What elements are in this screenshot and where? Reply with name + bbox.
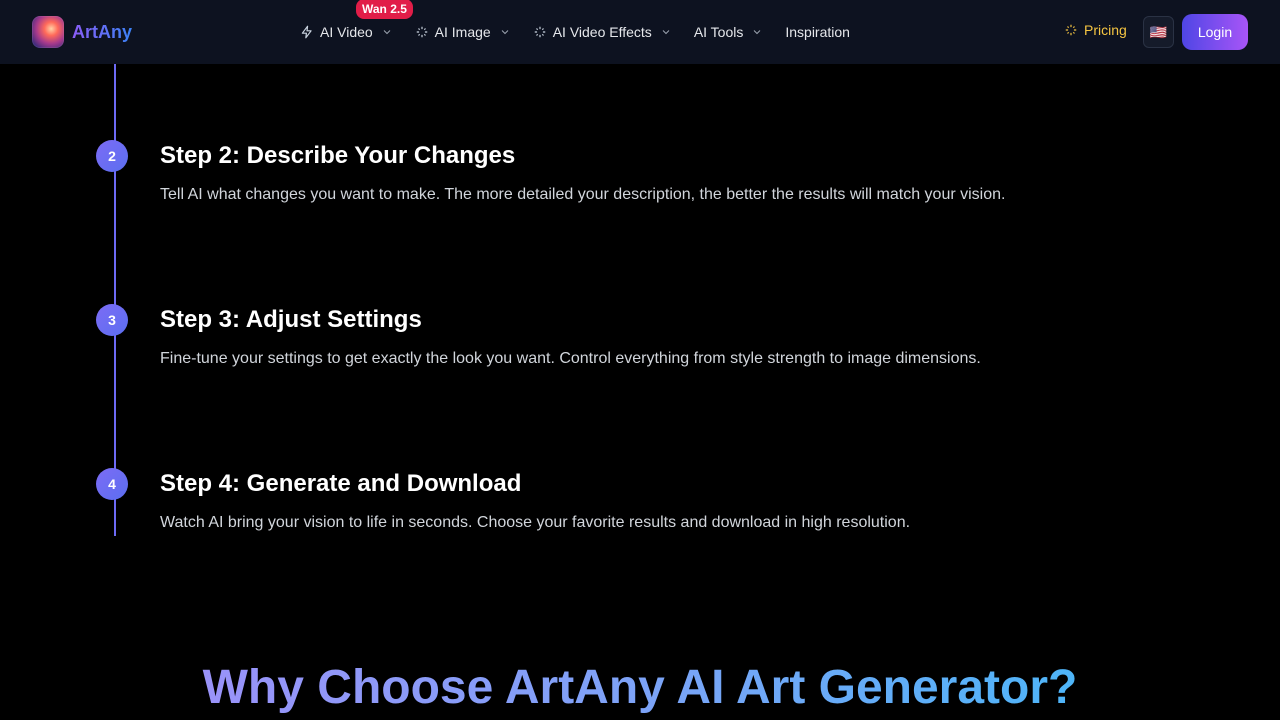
nav-item-inspiration[interactable]: Inspiration bbox=[785, 24, 850, 40]
step-title: Step 2: Describe Your Changes bbox=[160, 142, 516, 169]
pricing-link[interactable]: Pricing bbox=[1064, 22, 1127, 38]
main-nav: AI Video Wan 2.5 AI Image AI Video Effec… bbox=[300, 0, 872, 64]
timeline-line bbox=[114, 64, 116, 536]
sparkle-icon bbox=[1065, 24, 1077, 36]
login-button[interactable]: Login bbox=[1182, 14, 1248, 50]
step-title: Step 3: Adjust Settings bbox=[160, 306, 422, 333]
step-number-badge: 2 bbox=[96, 140, 128, 172]
new-model-badge: Wan 2.5 bbox=[356, 0, 413, 19]
nav-item-ai-video-effects[interactable]: AI Video Effects bbox=[533, 24, 672, 40]
nav-item-ai-tools[interactable]: AI Tools bbox=[694, 24, 764, 40]
bolt-icon bbox=[301, 25, 312, 39]
pricing-label: Pricing bbox=[1084, 22, 1127, 38]
step-number-badge: 3 bbox=[96, 304, 128, 336]
top-navbar: ArtAny AI Video Wan 2.5 AI Image AI Vide… bbox=[0, 0, 1280, 64]
chevron-down-icon bbox=[754, 30, 761, 35]
nav-item-ai-video[interactable]: AI Video Wan 2.5 bbox=[300, 0, 413, 40]
chevron-down-icon bbox=[662, 30, 670, 35]
sparkle-icon bbox=[416, 26, 427, 38]
logo[interactable]: ArtAny bbox=[32, 16, 132, 48]
logo-icon bbox=[32, 16, 64, 48]
section-heading: Why Choose ArtAny AI Art Generator? bbox=[0, 660, 1280, 715]
sparkle-icon bbox=[534, 26, 545, 38]
step-description: Fine-tune your settings to get exactly t… bbox=[160, 350, 981, 367]
nav-item-label: Inspiration bbox=[785, 24, 850, 40]
nav-item-label: AI Tools bbox=[693, 24, 744, 40]
step-number-badge: 4 bbox=[96, 468, 128, 500]
logo-text: ArtAny bbox=[72, 21, 133, 42]
nav-item-label: AI Image bbox=[434, 24, 491, 40]
chevron-down-icon bbox=[383, 30, 391, 35]
step-description: Tell AI what changes you want to make. T… bbox=[160, 186, 1006, 203]
language-selector[interactable]: 🇺🇸 bbox=[1143, 16, 1174, 48]
us-flag-icon: 🇺🇸 bbox=[1149, 23, 1168, 40]
step-title: Step 4: Generate and Download bbox=[160, 470, 522, 497]
nav-item-ai-image[interactable]: AI Image bbox=[415, 24, 511, 40]
nav-item-label: AI Video Effects bbox=[552, 24, 652, 40]
step-description: Watch AI bring your vision to life in se… bbox=[160, 514, 911, 531]
nav-item-label: AI Video bbox=[320, 24, 373, 40]
chevron-down-icon bbox=[501, 30, 509, 35]
